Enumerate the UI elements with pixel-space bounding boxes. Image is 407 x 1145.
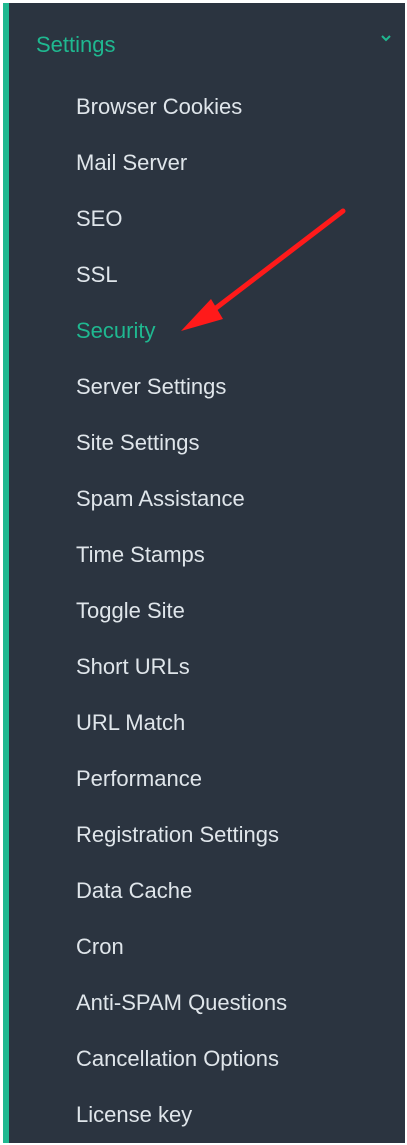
sidebar-item-label: Security — [76, 318, 156, 343]
sidebar-item-data-cache[interactable]: Data Cache — [9, 861, 405, 917]
sidebar-item-label: Time Stamps — [76, 542, 205, 567]
sidebar-item-label: Cancellation Options — [76, 1046, 280, 1071]
sidebar-item-label: SEO — [76, 206, 123, 231]
sidebar-item-label: Mail Server — [76, 150, 188, 175]
sidebar-item-label: Anti-SPAM Questions — [76, 990, 288, 1015]
sidebar-item-ssl[interactable]: SSL — [9, 245, 405, 301]
settings-section-header[interactable]: Settings — [9, 3, 405, 83]
sidebar-item-cancellation-options[interactable]: Cancellation Options — [9, 1029, 405, 1085]
sidebar-item-anti-spam-questions[interactable]: Anti-SPAM Questions — [9, 973, 405, 1029]
sidebar-item-label: Short URLs — [76, 654, 190, 679]
sidebar-item-toggle-site[interactable]: Toggle Site — [9, 581, 405, 637]
sidebar-item-label: Server Settings — [76, 374, 227, 399]
sidebar-item-label: Cron — [76, 934, 124, 959]
sidebar-item-spam-assistance[interactable]: Spam Assistance — [9, 469, 405, 525]
section-title: Settings — [36, 32, 116, 57]
sidebar-item-seo[interactable]: SEO — [9, 189, 405, 245]
sidebar-item-label: Data Cache — [76, 878, 193, 903]
settings-sidebar: Settings Browser Cookies Mail Server SEO SS… — [3, 3, 405, 1143]
sidebar-item-time-stamps[interactable]: Time Stamps — [9, 525, 405, 581]
sidebar-item-browser-cookies[interactable]: Browser Cookies — [9, 77, 405, 133]
sidebar-item-label: URL Match — [76, 710, 186, 735]
sidebar-item-site-settings[interactable]: Site Settings — [9, 413, 405, 469]
sidebar-item-security[interactable]: Security — [9, 301, 405, 357]
sidebar-item-performance[interactable]: Performance — [9, 749, 405, 805]
chevron-down-icon[interactable] — [379, 33, 393, 43]
sidebar-item-label: Toggle Site — [76, 598, 185, 623]
sidebar-item-label: Registration Settings — [76, 822, 279, 847]
sidebar-item-registration-settings[interactable]: Registration Settings — [9, 805, 405, 861]
sidebar-item-label: Browser Cookies — [76, 94, 243, 119]
sidebar-item-cron[interactable]: Cron — [9, 917, 405, 973]
sidebar-item-label: Spam Assistance — [76, 486, 245, 511]
sidebar-item-label: SSL — [76, 262, 118, 287]
settings-menu: Browser Cookies Mail Server SEO SSL Security… — [9, 77, 405, 1141]
sidebar-item-server-settings[interactable]: Server Settings — [9, 357, 405, 413]
sidebar-item-label: Site Settings — [76, 430, 200, 455]
sidebar-item-label: License key — [76, 1102, 193, 1127]
sidebar-item-label: Performance — [76, 766, 202, 791]
sidebar-item-license-key[interactable]: License key — [9, 1085, 405, 1141]
sidebar-item-mail-server[interactable]: Mail Server — [9, 133, 405, 189]
sidebar-item-short-urls[interactable]: Short URLs — [9, 637, 405, 693]
sidebar-item-url-match[interactable]: URL Match — [9, 693, 405, 749]
